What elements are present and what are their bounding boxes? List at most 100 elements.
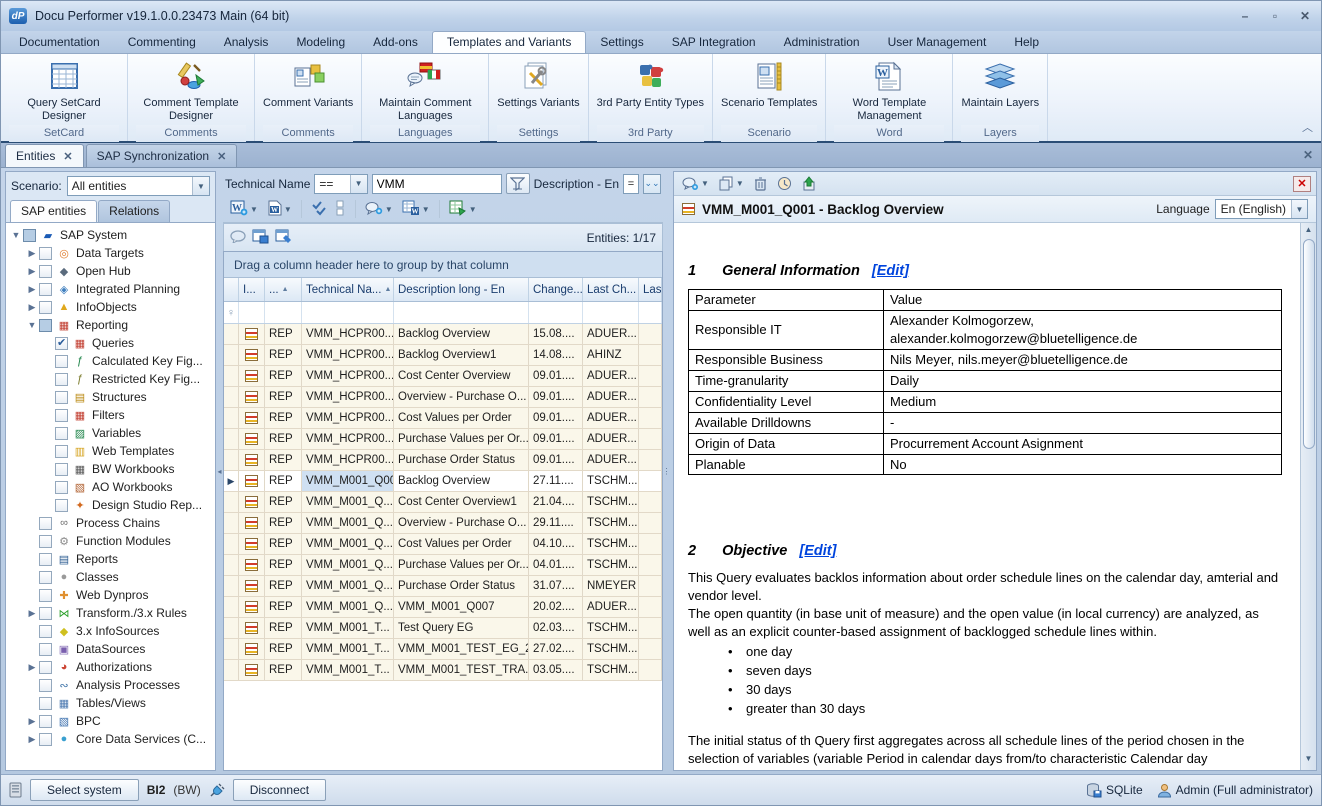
tree-checkbox[interactable] bbox=[55, 391, 68, 404]
double-chevron-icon[interactable]: ⌄⌄ bbox=[643, 174, 661, 194]
tree-item-calculated-key-fig-[interactable]: ƒCalculated Key Fig... bbox=[6, 352, 215, 370]
tree-item-infoobjects[interactable]: ▶▲InfoObjects bbox=[6, 298, 215, 316]
tree-checkbox[interactable] bbox=[39, 283, 52, 296]
copy-document-icon[interactable]: ▼ bbox=[716, 174, 747, 193]
tree-checkbox[interactable] bbox=[55, 337, 68, 350]
expand-icon[interactable]: ▶ bbox=[26, 734, 38, 745]
menu-item-analysis[interactable]: Analysis bbox=[210, 32, 283, 53]
tree-item-sap-system[interactable]: ▼▰SAP System bbox=[6, 226, 215, 244]
tree-checkbox[interactable] bbox=[39, 301, 52, 314]
table-row[interactable]: REPVMM_HCPR00...Purchase Values per Or..… bbox=[224, 429, 662, 450]
minimize-button[interactable]: – bbox=[1237, 9, 1253, 23]
tree-item-reporting[interactable]: ▼▦Reporting bbox=[6, 316, 215, 334]
filter-pin-icon[interactable]: ♀ bbox=[224, 302, 239, 323]
excel-export-icon[interactable]: ▼ bbox=[446, 198, 480, 221]
menu-item-administration[interactable]: Administration bbox=[770, 32, 874, 53]
tree-item-process-chains[interactable]: ∞Process Chains bbox=[6, 514, 215, 532]
expand-icon[interactable]: ▶ bbox=[26, 662, 38, 673]
tree-checkbox[interactable] bbox=[55, 409, 68, 422]
tree-checkbox[interactable] bbox=[39, 571, 52, 584]
tree-checkbox[interactable] bbox=[39, 733, 52, 746]
chevron-down-icon[interactable]: ▼ bbox=[422, 205, 430, 214]
word-grid-export-icon[interactable]: W▼ bbox=[399, 198, 433, 221]
filter-button[interactable] bbox=[506, 173, 530, 194]
tree-checkbox[interactable] bbox=[39, 607, 52, 620]
document-scrollbar[interactable]: ▲ ▼ bbox=[1300, 223, 1316, 770]
tab-close-icon[interactable]: ✕ bbox=[63, 150, 72, 163]
table-row[interactable]: REPVMM_M001_Q...Purchase Values per Or..… bbox=[224, 555, 662, 576]
tree-item-ao-workbooks[interactable]: ▧AO Workbooks bbox=[6, 478, 215, 496]
expand-icon[interactable]: ▶ bbox=[26, 608, 38, 619]
ribbon-button-third-party-entity-types[interactable]: 3rd Party Entity Types bbox=[597, 58, 704, 125]
menu-item-commenting[interactable]: Commenting bbox=[114, 32, 210, 53]
chevron-down-icon[interactable]: ▼ bbox=[350, 175, 367, 193]
filter-cell[interactable] bbox=[529, 302, 583, 323]
close-button[interactable]: ✕ bbox=[1297, 9, 1313, 23]
table-row[interactable]: REPVMM_HCPR00...Purchase Order Status09.… bbox=[224, 450, 662, 471]
table-row[interactable]: REPVMM_M001_Q...Cost Values per Order04.… bbox=[224, 534, 662, 555]
tree-item-transform-3-x-rules[interactable]: ▶⋈Transform./3.x Rules bbox=[6, 604, 215, 622]
chevron-down-icon[interactable]: ▼ bbox=[1291, 200, 1307, 218]
scroll-down-icon[interactable]: ▼ bbox=[1305, 754, 1313, 768]
tree-item-analysis-processes[interactable]: ∾Analysis Processes bbox=[6, 676, 215, 694]
history-icon[interactable] bbox=[774, 174, 795, 193]
operator-dropdown[interactable]: == ▼ bbox=[314, 174, 367, 194]
tree-item-variables[interactable]: ▨Variables bbox=[6, 424, 215, 442]
tree-checkbox[interactable] bbox=[23, 229, 36, 242]
table-row[interactable]: REPVMM_HCPR00...Backlog Overview114.08..… bbox=[224, 345, 662, 366]
chevron-down-icon[interactable]: ▼ bbox=[385, 205, 393, 214]
tree-checkbox[interactable] bbox=[39, 265, 52, 278]
new-word-doc-icon[interactable]: W▼ bbox=[227, 198, 261, 221]
tree-checkbox[interactable] bbox=[39, 589, 52, 602]
technical-name-filter-input[interactable] bbox=[372, 174, 502, 194]
chevron-down-icon[interactable]: ▼ bbox=[192, 177, 209, 195]
tree-item-integrated-planning[interactable]: ▶◈Integrated Planning bbox=[6, 280, 215, 298]
scroll-up-icon[interactable]: ▲ bbox=[1305, 225, 1313, 239]
chevron-down-icon[interactable]: ▼ bbox=[284, 205, 292, 214]
tab-bar-close-icon[interactable]: ✕ bbox=[1303, 148, 1313, 162]
left-splitter[interactable]: ◂ bbox=[216, 171, 223, 771]
filter-cell[interactable] bbox=[239, 302, 265, 323]
ribbon-collapse-icon[interactable]: ︿ bbox=[1302, 119, 1313, 135]
tree-item-web-dynpros[interactable]: ✚Web Dynpros bbox=[6, 586, 215, 604]
menu-item-sap-integration[interactable]: SAP Integration bbox=[658, 32, 770, 53]
tree-item-open-hub[interactable]: ▶◆Open Hub bbox=[6, 262, 215, 280]
tree-item-tables-views[interactable]: ▦Tables/Views bbox=[6, 694, 215, 712]
collapse-icon[interactable]: ▼ bbox=[26, 320, 38, 330]
tree-item-bw-workbooks[interactable]: ▦BW Workbooks bbox=[6, 460, 215, 478]
edit-link[interactable]: [Edit] bbox=[872, 263, 909, 279]
tree-item-classes[interactable]: ●Classes bbox=[6, 568, 215, 586]
tree-item-authorizations[interactable]: ▶◕Authorizations bbox=[6, 658, 215, 676]
chevron-down-icon[interactable]: ▼ bbox=[736, 179, 744, 188]
column-header-i-[interactable]: I... bbox=[239, 278, 265, 301]
table-row[interactable]: REPVMM_M001_T...Test Query EG02.03....TS… bbox=[224, 618, 662, 639]
filter-cell[interactable] bbox=[583, 302, 639, 323]
tree-item-structures[interactable]: ▤Structures bbox=[6, 388, 215, 406]
tab-sap-synchronization[interactable]: SAP Synchronization✕ bbox=[86, 144, 238, 167]
menu-item-templates-and-variants[interactable]: Templates and Variants bbox=[432, 31, 587, 53]
filter-cell[interactable] bbox=[265, 302, 302, 323]
ribbon-button-query-setcard-designer[interactable]: Query SetCard Designer bbox=[9, 58, 119, 125]
menu-item-documentation[interactable]: Documentation bbox=[5, 32, 114, 53]
tree-item-data-targets[interactable]: ▶◎Data Targets bbox=[6, 244, 215, 262]
expand-icon[interactable]: ▶ bbox=[26, 248, 38, 259]
tree-item-datasources[interactable]: ▣DataSources bbox=[6, 640, 215, 658]
table-row[interactable]: REPVMM_M001_Q...Purchase Order Status31.… bbox=[224, 576, 662, 597]
tree-checkbox[interactable] bbox=[55, 355, 68, 368]
right-splitter[interactable]: ⋮ bbox=[663, 171, 670, 771]
comment-bubble-icon[interactable] bbox=[230, 230, 246, 246]
tree-item-3-x-infosources[interactable]: ◆3.x InfoSources bbox=[6, 622, 215, 640]
add-comment-icon[interactable]: ▼ bbox=[679, 175, 712, 192]
export-icon[interactable] bbox=[799, 174, 819, 193]
table-row[interactable]: ▶REPVMM_M001_Q001Backlog Overview27.11..… bbox=[224, 471, 662, 492]
tree-checkbox[interactable] bbox=[55, 427, 68, 440]
chevron-down-icon[interactable]: ▼ bbox=[701, 179, 709, 188]
tree-checkbox[interactable] bbox=[39, 247, 52, 260]
table-row[interactable]: REPVMM_M001_T...VMM_M001_TEST_EG_227.02.… bbox=[224, 639, 662, 660]
tree-checkbox[interactable] bbox=[39, 319, 52, 332]
group-by-bar[interactable]: Drag a column header here to group by th… bbox=[224, 252, 662, 278]
scrollbar-thumb[interactable] bbox=[1303, 239, 1315, 449]
save-layout-icon[interactable] bbox=[252, 229, 269, 247]
collapse-icon[interactable]: ▼ bbox=[10, 230, 22, 240]
tree-checkbox[interactable] bbox=[39, 517, 52, 530]
